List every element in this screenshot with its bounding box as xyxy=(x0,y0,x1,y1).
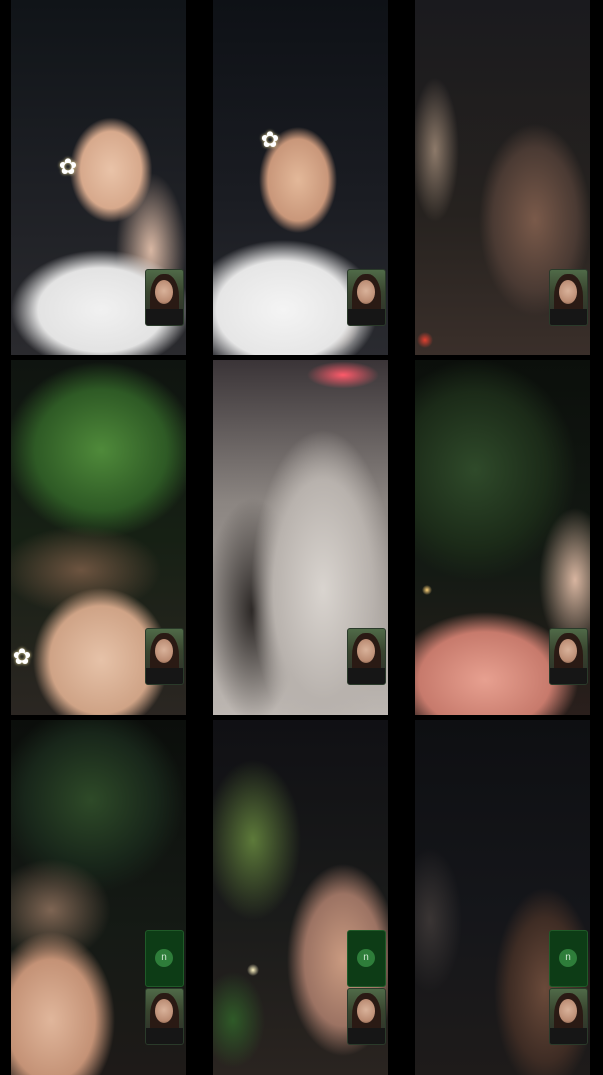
participant-avatar[interactable]: n xyxy=(549,930,588,987)
video-tile-r3c1[interactable]: n xyxy=(11,720,186,1075)
user-avatar-icon: n xyxy=(357,949,375,967)
video-tile-r2c2[interactable] xyxy=(213,360,388,715)
self-view-thumbnail[interactable] xyxy=(549,988,588,1045)
video-tile-r2c3[interactable] xyxy=(415,360,590,715)
video-tile-r3c3[interactable]: n xyxy=(415,720,590,1075)
self-view-thumbnail[interactable] xyxy=(145,988,184,1045)
participant-avatar[interactable]: n xyxy=(347,930,386,987)
flower-icon: ✿ xyxy=(260,127,280,152)
self-view-thumbnail[interactable] xyxy=(347,628,386,685)
user-avatar-icon: n xyxy=(559,949,577,967)
video-tile-r1c1[interactable]: ✿ xyxy=(11,0,186,355)
video-tile-r1c3[interactable] xyxy=(415,0,590,355)
self-view-thumbnail[interactable] xyxy=(347,269,386,326)
self-view-thumbnail[interactable] xyxy=(549,269,588,326)
user-avatar-icon: n xyxy=(155,949,173,967)
video-tile-r2c1[interactable]: ✿ xyxy=(11,360,186,715)
participant-avatar[interactable]: n xyxy=(145,930,184,987)
self-view-thumbnail[interactable] xyxy=(549,628,588,685)
flower-icon: ✿ xyxy=(12,644,32,669)
video-tile-r1c2[interactable]: ✿ xyxy=(213,0,388,355)
flower-icon: ✿ xyxy=(58,154,78,179)
self-view-thumbnail[interactable] xyxy=(145,269,184,326)
video-tile-r3c2[interactable]: n xyxy=(213,720,388,1075)
self-view-thumbnail[interactable] xyxy=(347,988,386,1045)
self-view-thumbnail[interactable] xyxy=(145,628,184,685)
